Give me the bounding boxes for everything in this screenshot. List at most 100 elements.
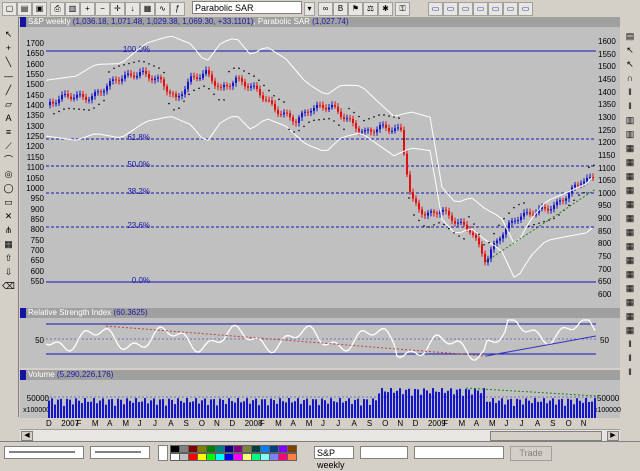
sar-dot xyxy=(248,72,250,75)
tile-horizontal-icon[interactable]: ▭ xyxy=(488,2,503,16)
new-icon[interactable]: ▢ xyxy=(2,2,17,16)
scroll-right-icon[interactable]: ▶ xyxy=(607,431,619,441)
scroll-thumb[interactable] xyxy=(490,431,602,441)
grid-icon[interactable]: ▦ xyxy=(624,325,636,336)
link-icon[interactable]: ∞ xyxy=(318,2,333,16)
indicator-list-icon[interactable]: ▤ xyxy=(624,31,636,42)
bars-icon[interactable]: ‖ xyxy=(624,353,636,364)
erase-icon[interactable]: ⌫ xyxy=(2,281,15,292)
grid-icon[interactable]: ▦ xyxy=(624,297,636,308)
bars-icon[interactable]: ‖ xyxy=(624,87,636,98)
indicator-icon[interactable]: ∿ xyxy=(155,2,170,16)
color-swatch[interactable] xyxy=(287,445,297,453)
current-color[interactable] xyxy=(158,445,168,461)
cursor-icon[interactable]: ↖ xyxy=(624,59,636,70)
grid-icon[interactable]: ▦ xyxy=(624,199,636,210)
window-icon[interactable]: ▭ xyxy=(443,2,458,16)
layout-icon[interactable]: ▭ xyxy=(428,2,443,16)
volume-chart[interactable] xyxy=(46,380,596,418)
pointer-icon[interactable]: ↖ xyxy=(2,29,15,40)
cross-icon[interactable]: + xyxy=(2,43,15,54)
cycle-icon[interactable]: ◎ xyxy=(2,169,15,180)
indicator-select[interactable]: Parabolic SAR xyxy=(192,1,302,14)
scroll-left-icon[interactable]: ◀ xyxy=(21,431,33,441)
line-style-select[interactable] xyxy=(4,446,84,459)
tile-vertical-icon[interactable]: ▭ xyxy=(503,2,518,16)
rsi-pane[interactable]: 50 50 xyxy=(20,318,620,368)
grid-icon[interactable]: ▦ xyxy=(624,185,636,196)
volume-bar xyxy=(357,398,359,418)
volume-bar xyxy=(228,398,230,418)
grid-icon[interactable]: ▦ xyxy=(624,213,636,224)
histogram-icon[interactable]: ▥ xyxy=(624,129,636,140)
grid-tool-icon[interactable]: ▦ xyxy=(2,239,15,250)
grid-icon[interactable]: ▦ xyxy=(624,283,636,294)
cascade-icon[interactable]: ▭ xyxy=(473,2,488,16)
arrow-down-icon[interactable]: ⇩ xyxy=(2,267,15,278)
fib-icon[interactable]: ≡ xyxy=(2,127,15,138)
pin-icon[interactable]: ↓ xyxy=(125,2,140,16)
price-pane[interactable]: 1700 1650 1600 1550 1500 1450 1400 1350 1300 1250… xyxy=(20,27,620,308)
arrange-icon[interactable]: ▭ xyxy=(518,2,533,16)
trade-button[interactable]: Trade xyxy=(510,446,552,461)
channel-icon[interactable]: ▱ xyxy=(2,99,15,110)
cursor-icon[interactable]: ↖ xyxy=(624,45,636,56)
arc-icon[interactable]: ⌒ xyxy=(2,155,15,166)
crosshair-icon[interactable]: ✛ xyxy=(110,2,125,16)
line-icon[interactable]: ╲ xyxy=(2,57,15,68)
grid-icon[interactable]: ▦ xyxy=(624,269,636,280)
bars-icon[interactable]: ‖ xyxy=(624,101,636,112)
bars-icon[interactable]: ‖ xyxy=(624,339,636,350)
color-swatch[interactable] xyxy=(287,453,297,461)
grid-icon[interactable]: ▦ xyxy=(624,171,636,182)
arrow-up-icon[interactable]: ⇧ xyxy=(2,253,15,264)
bold-icon[interactable]: B xyxy=(333,2,348,16)
grid-icon[interactable]: ▦ xyxy=(140,2,155,16)
grid-icon[interactable]: ▦ xyxy=(624,157,636,168)
rsi-chart[interactable] xyxy=(46,318,596,368)
zoom-in-icon[interactable]: + xyxy=(80,2,95,16)
scale-icon[interactable]: ⚖ xyxy=(363,2,378,16)
bars-icon[interactable]: ‖ xyxy=(624,367,636,378)
sar-dot xyxy=(63,108,65,110)
flag-icon[interactable]: ⚑ xyxy=(348,2,363,16)
grid-icon[interactable]: ▦ xyxy=(624,255,636,266)
gann-icon[interactable]: ✕ xyxy=(2,211,15,222)
print-icon[interactable]: ⎙ xyxy=(50,2,65,16)
tile-icon[interactable]: ▭ xyxy=(458,2,473,16)
grid-icon[interactable]: ▦ xyxy=(624,241,636,252)
key-icon[interactable]: ⚿ xyxy=(395,2,410,16)
hline-icon[interactable]: — xyxy=(2,71,15,82)
ellipse-icon[interactable]: ◯ xyxy=(2,183,15,194)
function-icon[interactable]: ƒ xyxy=(170,2,185,16)
open-icon[interactable]: ▤ xyxy=(17,2,32,16)
save-icon[interactable]: ▣ xyxy=(32,2,47,16)
pitchfork-icon[interactable]: ⋔ xyxy=(2,225,15,236)
magnet-icon[interactable]: ∩ xyxy=(624,73,636,84)
histogram-icon[interactable]: ▥ xyxy=(624,115,636,126)
price-body xyxy=(352,118,354,124)
volume-bar xyxy=(288,398,290,418)
fan-icon[interactable]: ⟋ xyxy=(2,141,15,152)
ray-icon[interactable]: ╱ xyxy=(2,85,15,96)
grid-icon[interactable]: ▦ xyxy=(624,227,636,238)
grid-icon[interactable]: ▦ xyxy=(624,311,636,322)
volume-pane[interactable]: 50000 50000 x100000 x100000 xyxy=(20,380,621,418)
bug-icon[interactable]: ✱ xyxy=(378,2,393,16)
grid-icon[interactable]: ▦ xyxy=(624,143,636,154)
horizontal-scrollbar[interactable]: ◀ ▶ xyxy=(20,429,620,441)
price-body xyxy=(220,86,222,88)
zoom-out-icon[interactable]: − xyxy=(95,2,110,16)
x-axis-label: M xyxy=(91,419,99,428)
chevron-down-icon[interactable]: ▾ xyxy=(304,2,315,16)
chart-icon[interactable]: ▥ xyxy=(65,2,80,16)
price-chart[interactable] xyxy=(46,27,596,308)
symbol-select[interactable]: S&P weekly xyxy=(314,446,354,470)
account-select[interactable] xyxy=(414,446,504,459)
volume-bar xyxy=(174,404,176,418)
line-width-select[interactable] xyxy=(90,446,150,459)
price-body xyxy=(145,70,147,75)
period-select[interactable] xyxy=(360,446,408,459)
rect-icon[interactable]: ▭ xyxy=(2,197,15,208)
text-icon[interactable]: A xyxy=(2,113,15,124)
